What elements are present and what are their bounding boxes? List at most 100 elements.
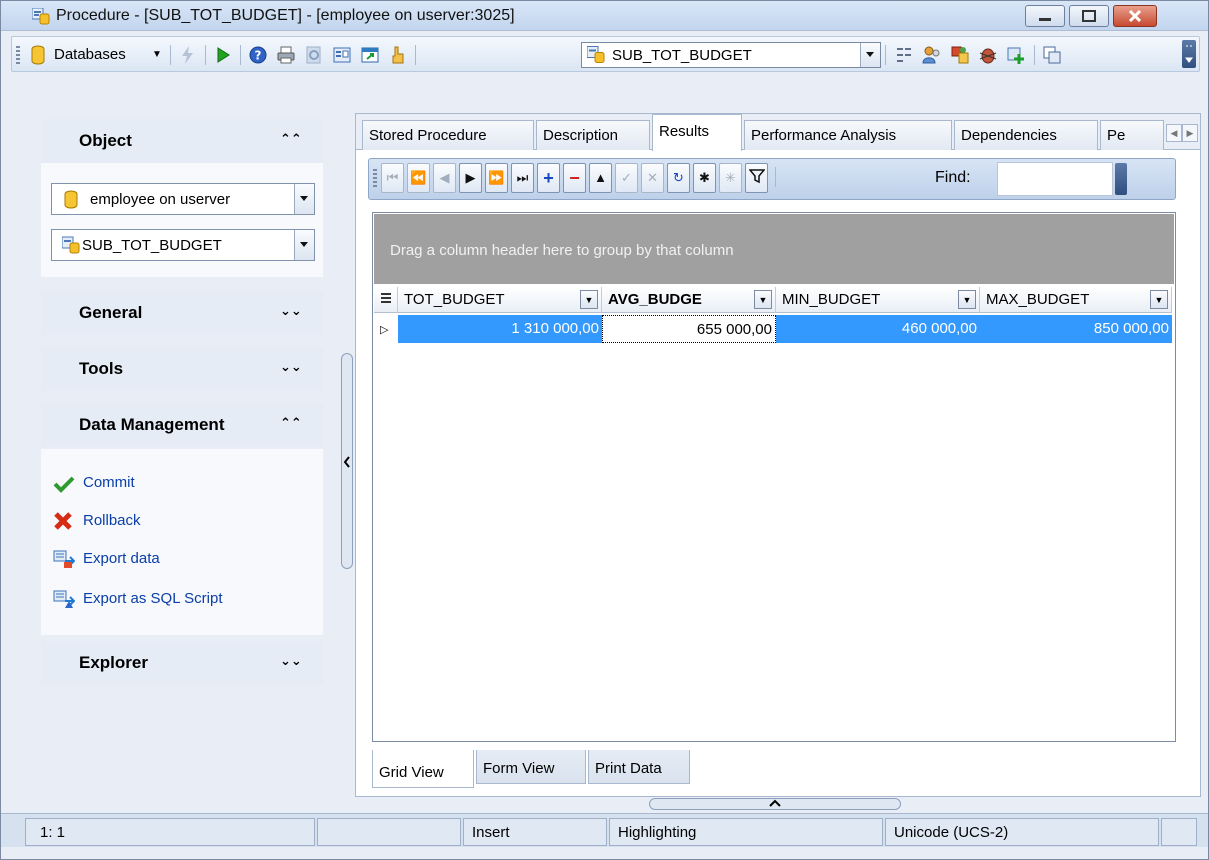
- add-green-icon[interactable]: [1006, 45, 1026, 65]
- prev-record-button[interactable]: ◀: [433, 163, 456, 193]
- section-data-management-header[interactable]: Data Management ⌃⌃: [41, 403, 323, 447]
- tab-results[interactable]: Results: [652, 114, 742, 151]
- column-header[interactable]: MAX_BUDGET ▼: [980, 287, 1172, 313]
- column-header[interactable]: TOT_BUDGET ▼: [398, 287, 602, 313]
- chevron-down-icon: [1185, 45, 1193, 63]
- tab-scroll-right-button[interactable]: ▶: [1182, 124, 1198, 142]
- debug-icon[interactable]: [950, 45, 970, 65]
- object-select-value: SUB_TOT_BUDGET: [612, 47, 752, 64]
- tab-print-data[interactable]: Print Data: [588, 750, 690, 784]
- properties-icon[interactable]: [332, 45, 352, 65]
- procedure-select[interactable]: SUB_TOT_BUDGET: [51, 229, 315, 261]
- tab-form-view[interactable]: Form View: [476, 750, 586, 784]
- post-edit-button[interactable]: ✓: [615, 163, 638, 193]
- tab-description[interactable]: Description: [536, 120, 650, 150]
- navigator-grip[interactable]: [373, 169, 377, 187]
- find-input[interactable]: [997, 162, 1113, 196]
- refresh-button[interactable]: ↻: [667, 163, 690, 193]
- bottom-panel-splitter[interactable]: [649, 798, 901, 810]
- column-header[interactable]: AVG_BUDGE ▼: [602, 287, 776, 313]
- databases-menu-button[interactable]: Databases: [54, 46, 126, 63]
- section-explorer-header[interactable]: Explorer ⌄⌄: [41, 641, 323, 685]
- section-general-header[interactable]: General ⌄⌄: [41, 291, 323, 335]
- svg-text:?: ?: [255, 49, 262, 63]
- section-title: Object: [79, 131, 132, 150]
- chevron-down-icon[interactable]: [860, 43, 880, 67]
- database-select[interactable]: employee on userver: [51, 183, 315, 215]
- edit-record-button[interactable]: ▲: [589, 163, 612, 193]
- toolbar-grip[interactable]: [16, 46, 20, 64]
- chevron-down-icon[interactable]: ⌄⌄: [280, 359, 302, 375]
- chevron-down-icon[interactable]: ⌄⌄: [280, 653, 302, 669]
- column-title: TOT_BUDGET: [404, 291, 505, 308]
- title-bar[interactable]: Procedure - [SUB_TOT_BUDGET] - [employee…: [1, 1, 1208, 31]
- tab-dependencies[interactable]: Dependencies: [954, 120, 1098, 150]
- chevron-down-icon[interactable]: ▼: [754, 290, 772, 309]
- tab-stored-procedure[interactable]: Stored Procedure: [362, 120, 534, 150]
- group-by-box[interactable]: Drag a column header here to group by th…: [374, 214, 1174, 284]
- bookmark-button[interactable]: ✱: [693, 163, 716, 193]
- users-icon[interactable]: [922, 45, 942, 65]
- chevron-down-icon[interactable]: ▼: [580, 290, 598, 309]
- results-grid[interactable]: Drag a column header here to group by th…: [372, 212, 1176, 742]
- chevron-up-icon[interactable]: [768, 799, 782, 807]
- next-record-button[interactable]: ▶: [459, 163, 482, 193]
- filter-button[interactable]: [745, 163, 768, 193]
- close-button[interactable]: [1113, 5, 1157, 27]
- chevron-down-icon[interactable]: ▼: [152, 49, 162, 60]
- window-title: Procedure - [SUB_TOT_BUDGET] - [employee…: [56, 7, 515, 24]
- chevron-down-icon[interactable]: ▼: [1150, 290, 1168, 309]
- export-sql-icon: [53, 590, 75, 608]
- tree-view-icon[interactable]: [894, 45, 914, 65]
- maximize-button[interactable]: [1069, 5, 1109, 27]
- chevron-left-icon[interactable]: [343, 456, 351, 468]
- delete-record-button[interactable]: −: [563, 163, 586, 193]
- row-indicator[interactable]: ▷: [374, 315, 398, 343]
- toolbar-separator: [170, 45, 171, 65]
- last-record-button[interactable]: ⏭: [511, 163, 534, 193]
- table-cell[interactable]: 460 000,00: [776, 315, 980, 343]
- help-icon[interactable]: ?: [248, 45, 268, 65]
- first-record-button[interactable]: ⏮: [381, 163, 404, 193]
- hand-icon[interactable]: [388, 45, 408, 65]
- section-object-header[interactable]: Object ⌃⌃: [41, 119, 323, 163]
- chevron-up-icon[interactable]: ⌃⌃: [280, 415, 302, 431]
- cursor-position: 1: 1: [25, 818, 315, 846]
- cancel-edit-button[interactable]: ✕: [641, 163, 664, 193]
- row-indicator-header[interactable]: [374, 287, 398, 313]
- chevron-down-icon[interactable]: ⌄⌄: [280, 303, 302, 319]
- panel-splitter[interactable]: [341, 353, 353, 569]
- windows-icon[interactable]: [1042, 45, 1062, 65]
- minimize-button[interactable]: [1025, 5, 1065, 27]
- print-icon[interactable]: [276, 45, 296, 65]
- insert-record-button[interactable]: +: [537, 163, 560, 193]
- chevron-down-icon[interactable]: ▼: [958, 290, 976, 309]
- window-icon[interactable]: [360, 45, 380, 65]
- chevron-down-icon[interactable]: [294, 230, 314, 260]
- refresh-icon[interactable]: [304, 45, 324, 65]
- tab-performance-analysis[interactable]: Performance Analysis: [744, 120, 952, 150]
- tab-scroll-left-button[interactable]: ◀: [1166, 124, 1182, 142]
- section-object-body: employee on userver SUB_TOT_BUDGET: [41, 163, 323, 277]
- chevron-up-icon[interactable]: ⌃⌃: [280, 131, 302, 147]
- table-cell[interactable]: 850 000,00: [980, 315, 1172, 343]
- lightning-icon[interactable]: [178, 45, 198, 65]
- goto-bookmark-button[interactable]: ✳: [719, 163, 742, 193]
- execute-icon[interactable]: [213, 45, 233, 65]
- bug-icon[interactable]: [978, 45, 998, 65]
- table-cell[interactable]: 655 000,00: [602, 315, 776, 343]
- prev-page-button[interactable]: ⏪: [407, 163, 430, 193]
- next-page-button[interactable]: ⏩: [485, 163, 508, 193]
- column-header[interactable]: MIN_BUDGET ▼: [776, 287, 980, 313]
- table-cell[interactable]: 1 310 000,00: [398, 315, 602, 343]
- database-icon: [31, 45, 45, 65]
- tab-truncated[interactable]: Pe: [1100, 120, 1164, 150]
- tab-grid-view[interactable]: Grid View: [372, 750, 474, 788]
- encoding-status: Unicode (UCS-2): [885, 818, 1159, 846]
- procedure-icon: [587, 46, 605, 63]
- navigator-options-button[interactable]: [1115, 163, 1127, 195]
- section-tools-header[interactable]: Tools ⌄⌄: [41, 347, 323, 391]
- object-select[interactable]: SUB_TOT_BUDGET: [581, 42, 881, 68]
- chevron-down-icon[interactable]: [294, 184, 314, 214]
- toolbar-options-button[interactable]: [1182, 40, 1196, 68]
